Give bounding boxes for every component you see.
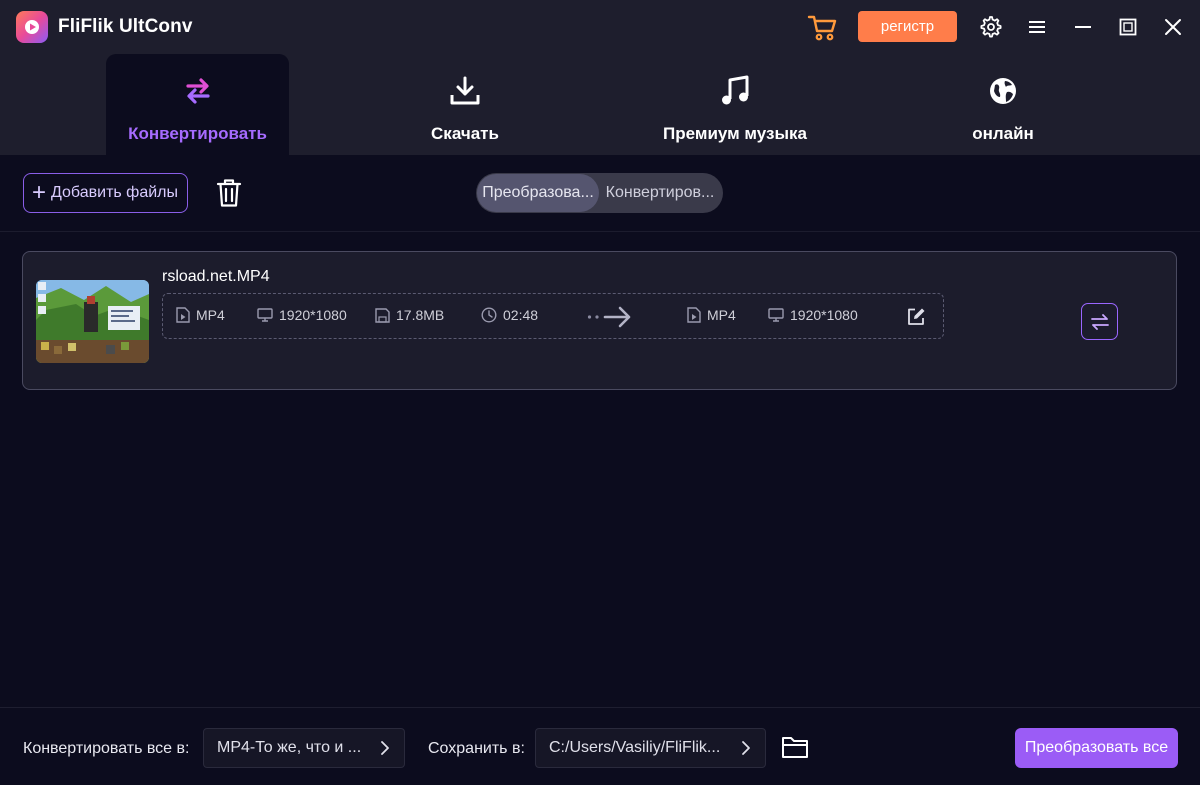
save-to-label: Сохранить в: — [428, 740, 525, 757]
video-file-icon — [176, 307, 190, 323]
tab-download[interactable]: Скачать — [370, 54, 560, 155]
output-format-value: MP4-То же, что и ... — [217, 739, 362, 756]
tab-online[interactable]: онлайн — [908, 54, 1098, 155]
tab-premium-music-label: Премиум музыка — [663, 124, 807, 143]
convert-icon — [181, 72, 215, 110]
close-icon[interactable] — [1158, 12, 1188, 42]
tab-premium-music[interactable]: Премиум музыка — [630, 54, 840, 155]
maximize-icon[interactable] — [1113, 12, 1143, 42]
mode-option-convert[interactable]: Преобразова... — [477, 174, 599, 212]
output-format-select[interactable]: MP4-То же, что и ... — [203, 728, 405, 768]
tab-convert[interactable]: Конвертировать — [106, 54, 289, 155]
divider — [0, 231, 1200, 232]
monitor-icon — [257, 308, 273, 322]
output-path-select[interactable]: C:/Users/Vasiliy/FliFlik... — [535, 728, 766, 768]
convert-all-button[interactable]: Преобразовать все — [1015, 728, 1178, 768]
app-logo-icon — [16, 11, 48, 43]
trash-icon[interactable] — [213, 176, 245, 210]
cart-icon[interactable] — [806, 12, 838, 42]
save-disk-icon — [375, 307, 390, 323]
target-format: MP4 — [687, 307, 736, 323]
source-resolution-label: 1920*1080 — [279, 307, 347, 323]
register-button[interactable]: регистр — [858, 11, 957, 42]
open-folder-icon[interactable] — [781, 734, 809, 760]
file-info-box: MP4 1920*1080 17.8MB 02:48 MP4 1920*1080 — [162, 293, 944, 339]
music-note-icon — [718, 72, 752, 110]
mode-toggle: Преобразова... Конвертиров... — [476, 173, 723, 213]
file-name: rsload.net.MP4 — [162, 268, 270, 285]
add-files-label: Добавить файлы — [51, 184, 179, 201]
tab-convert-label: Конвертировать — [128, 124, 267, 143]
convert-file-button[interactable] — [1081, 303, 1118, 340]
source-resolution: 1920*1080 — [257, 307, 347, 323]
chevron-right-icon — [742, 741, 750, 755]
tab-download-label: Скачать — [431, 124, 499, 143]
mode-option-converting[interactable]: Конвертиров... — [599, 174, 721, 212]
minimize-icon[interactable] — [1068, 12, 1098, 42]
target-resolution-label: 1920*1080 — [790, 307, 858, 323]
video-thumbnail[interactable] — [36, 280, 149, 363]
source-duration: 02:48 — [481, 307, 538, 323]
convert-all-to-label: Конвертировать все в: — [23, 740, 190, 757]
source-format-label: MP4 — [196, 307, 225, 323]
tab-online-label: онлайн — [972, 124, 1034, 143]
download-icon — [448, 72, 482, 110]
menu-icon[interactable] — [1022, 12, 1052, 42]
edit-icon[interactable] — [906, 307, 926, 327]
chevron-right-icon — [381, 741, 389, 755]
target-resolution: 1920*1080 — [768, 307, 858, 323]
clock-icon — [481, 307, 497, 323]
file-card: rsload.net.MP4 MP4 1920*1080 17.8MB 02:4… — [22, 251, 1177, 390]
source-size: 17.8MB — [375, 307, 444, 323]
app-title: FliFlik UltConv — [58, 16, 193, 37]
globe-icon — [986, 72, 1020, 110]
swap-icon — [1090, 313, 1109, 330]
arrow-right-icon — [587, 304, 635, 335]
source-format: MP4 — [176, 307, 225, 323]
bottom-bar: Конвертировать все в: MP4-То же, что и .… — [0, 707, 1200, 785]
monitor-icon — [768, 308, 784, 322]
video-file-icon — [687, 307, 701, 323]
source-size-label: 17.8MB — [396, 307, 445, 323]
source-duration-label: 02:48 — [503, 307, 539, 323]
gear-icon[interactable] — [976, 12, 1006, 42]
add-files-button[interactable]: + Добавить файлы — [23, 173, 188, 213]
target-format-label: MP4 — [707, 307, 736, 323]
plus-icon: + — [32, 179, 47, 206]
top-bar: FliFlik UltConv регистр Конвертировать С… — [0, 0, 1200, 155]
output-path-value: C:/Users/Vasiliy/FliFlik... — [549, 739, 721, 756]
